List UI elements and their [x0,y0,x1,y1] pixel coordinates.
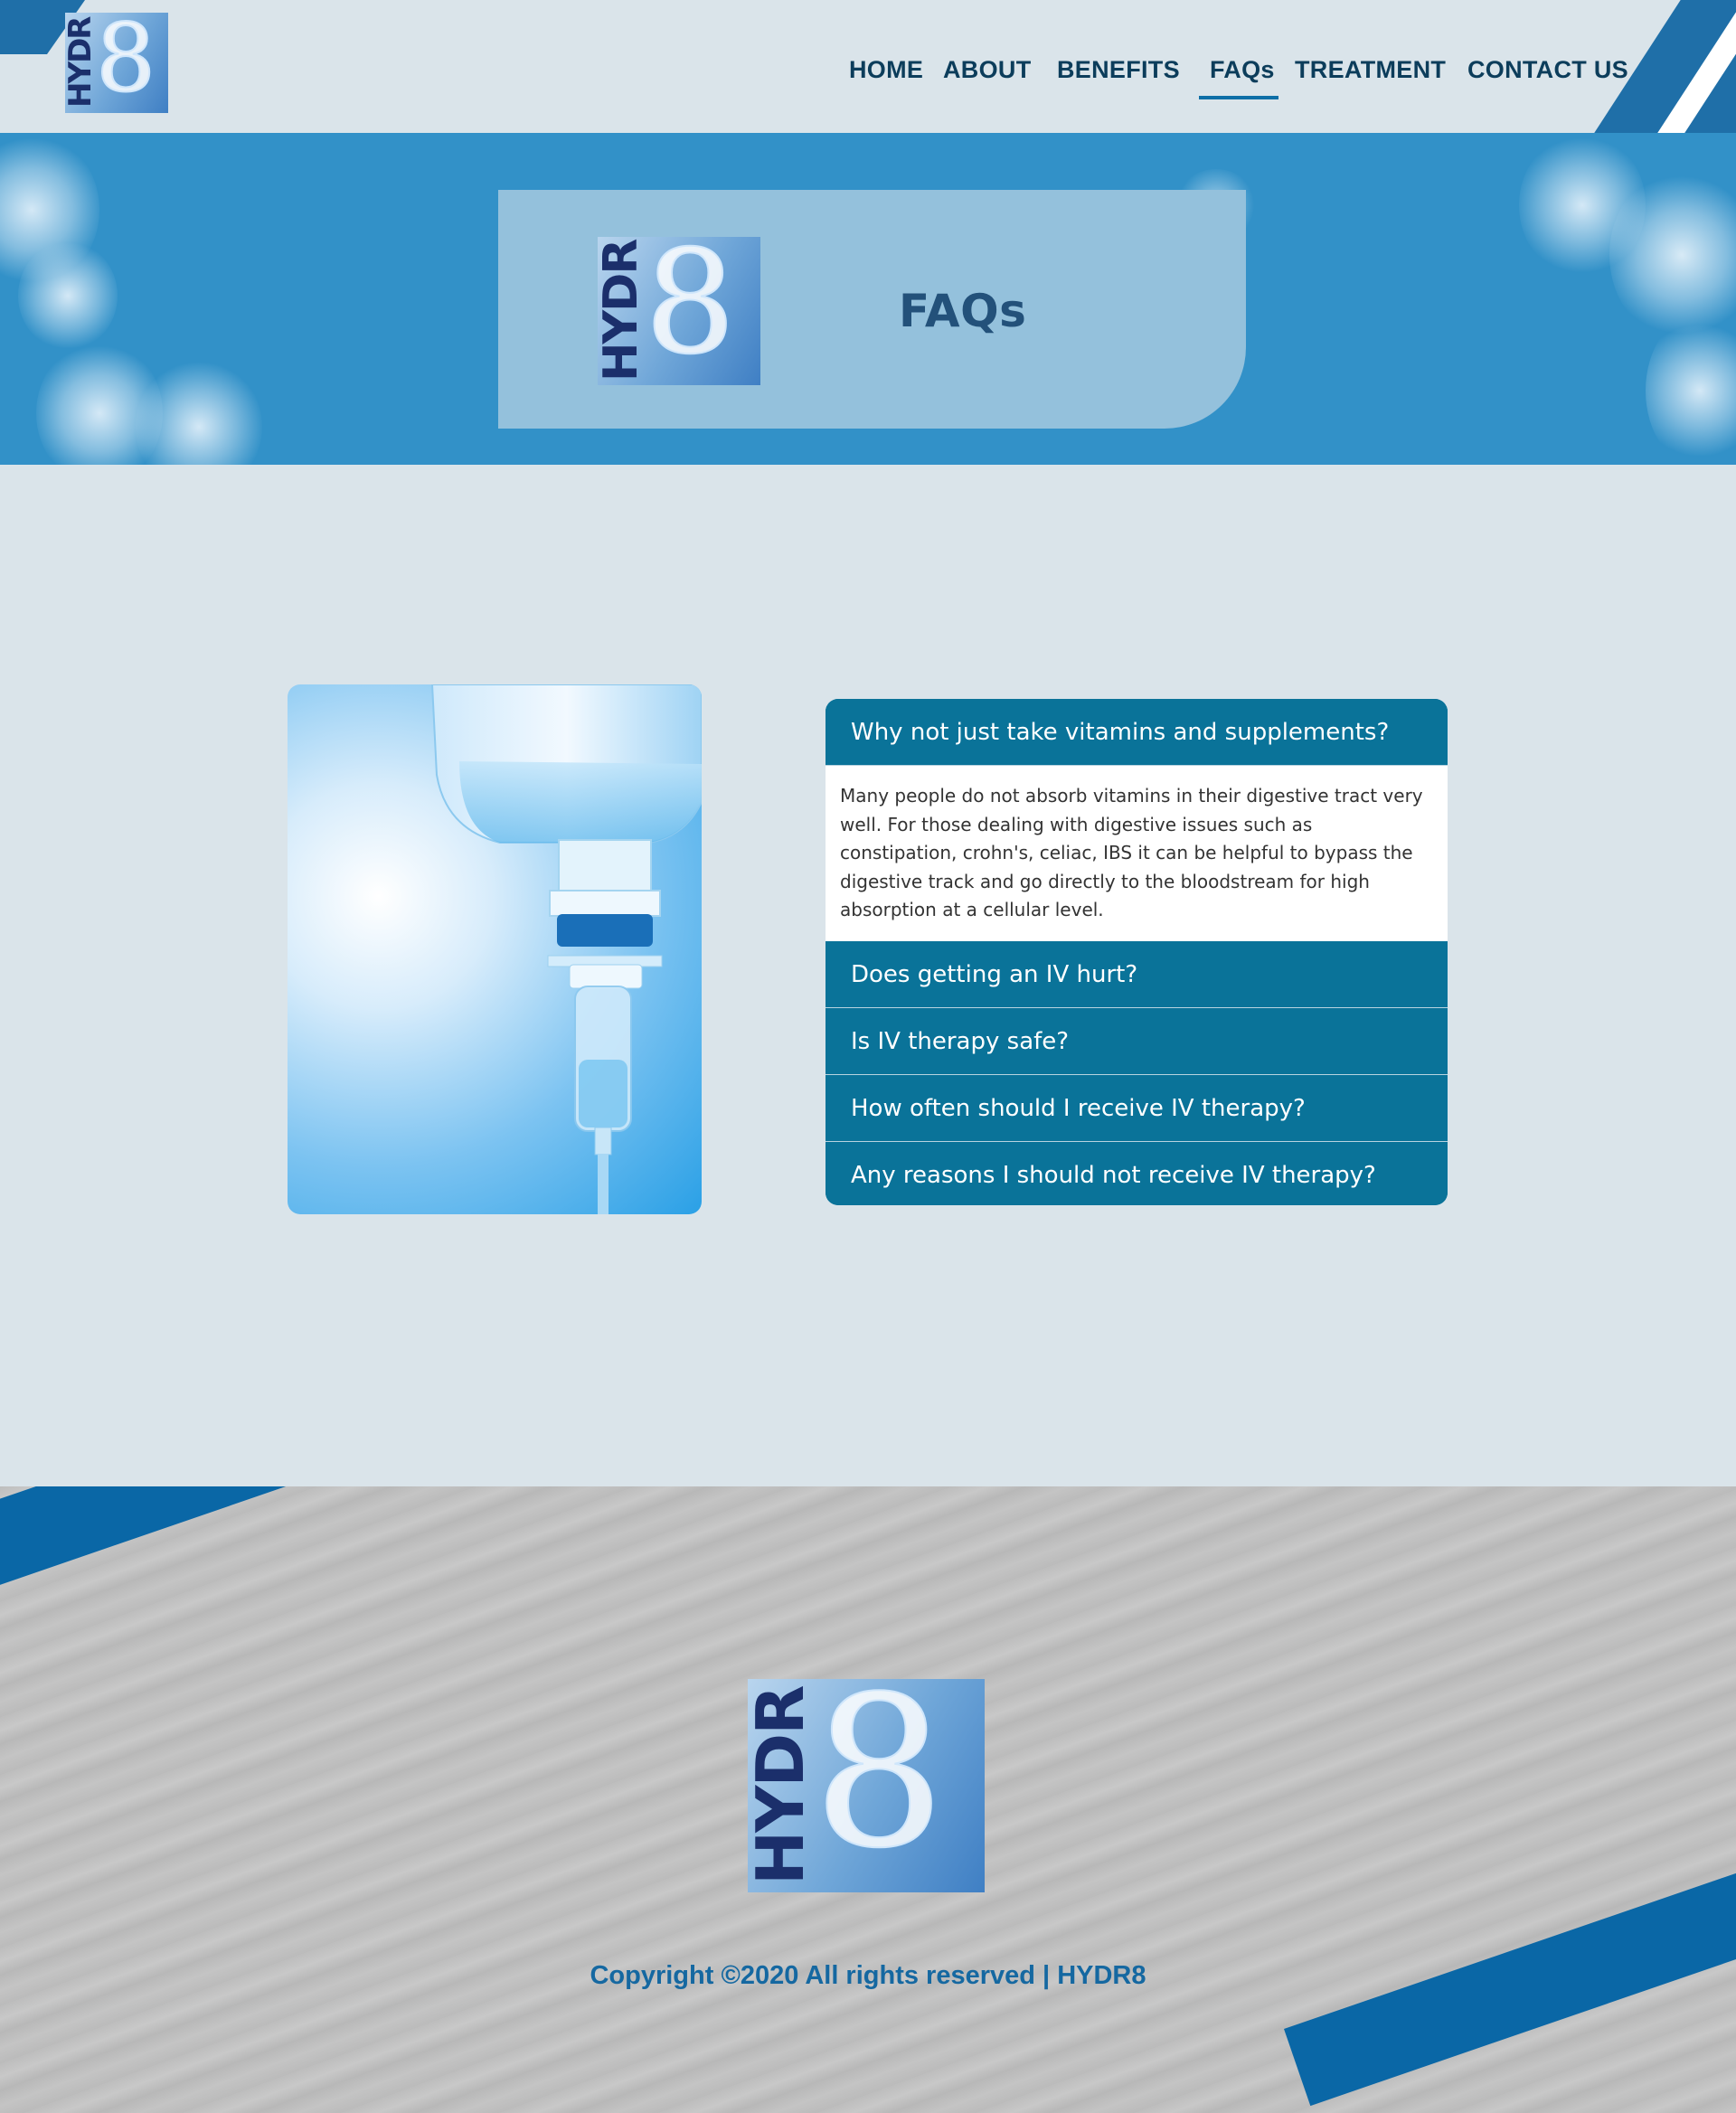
faq-question-toggle[interactable]: Any reasons I should not receive IV ther… [826,1142,1448,1205]
faq-item: Is IV therapy safe? [826,1008,1448,1075]
logo-numeral: 8 [644,237,737,385]
hero-card: HYDR 8 FAQs [498,190,1246,429]
page-title: FAQs [899,285,1027,337]
copyright-text: Copyright ©2020 All rights reserved | HY… [590,1961,1146,1990]
iv-drip-illustration [430,684,702,1214]
speckle-decoration [136,359,262,465]
nav-benefits[interactable]: BENEFITS [1057,56,1180,84]
faq-accordion: Why not just take vitamins and supplemen… [826,699,1448,1205]
nav-active-indicator [1199,96,1278,99]
logo-wordmark: HYDR [598,240,648,382]
nav-home[interactable]: HOME [849,56,923,84]
faq-question-toggle[interactable]: Why not just take vitamins and supplemen… [826,699,1448,766]
speckle-decoration [18,241,118,350]
faq-question-toggle[interactable]: Is IV therapy safe? [826,1008,1448,1075]
nav-about[interactable]: ABOUT [943,56,1032,84]
hero-banner: HYDR 8 FAQs [0,133,1736,465]
faq-item: Does getting an IV hurt? [826,941,1448,1008]
faq-item: How often should I receive IV therapy? [826,1075,1448,1142]
nav-faqs[interactable]: FAQs [1210,56,1275,84]
site-footer: HYDR 8 Copyright ©2020 All rights reserv… [0,1486,1736,2113]
iv-drip-image [288,684,702,1214]
faq-item: Why not just take vitamins and supplemen… [826,699,1448,941]
header-logo[interactable]: HYDR 8 [65,13,168,113]
faq-answer: Many people do not absorb vitamins in th… [826,766,1448,941]
logo-numeral: 8 [95,13,156,113]
faq-item: Any reasons I should not receive IV ther… [826,1142,1448,1205]
logo-numeral: 8 [812,1679,946,1892]
nav-contact-us[interactable]: CONTACT US [1467,56,1628,84]
logo-wordmark: HYDR [748,1686,818,1885]
site-header: HYDR 8 HOME ABOUT BENEFITS FAQs TREATMEN… [0,0,1736,133]
hero-logo: HYDR 8 [598,237,760,385]
nav-treatment[interactable]: TREATMENT [1295,56,1446,84]
decorative-stripe [0,1486,619,1614]
faq-question-toggle[interactable]: How often should I receive IV therapy? [826,1075,1448,1142]
logo-wordmark: HYDR [65,17,99,108]
faq-question-toggle[interactable]: Does getting an IV hurt? [826,941,1448,1008]
footer-logo[interactable]: HYDR 8 [748,1679,985,1892]
